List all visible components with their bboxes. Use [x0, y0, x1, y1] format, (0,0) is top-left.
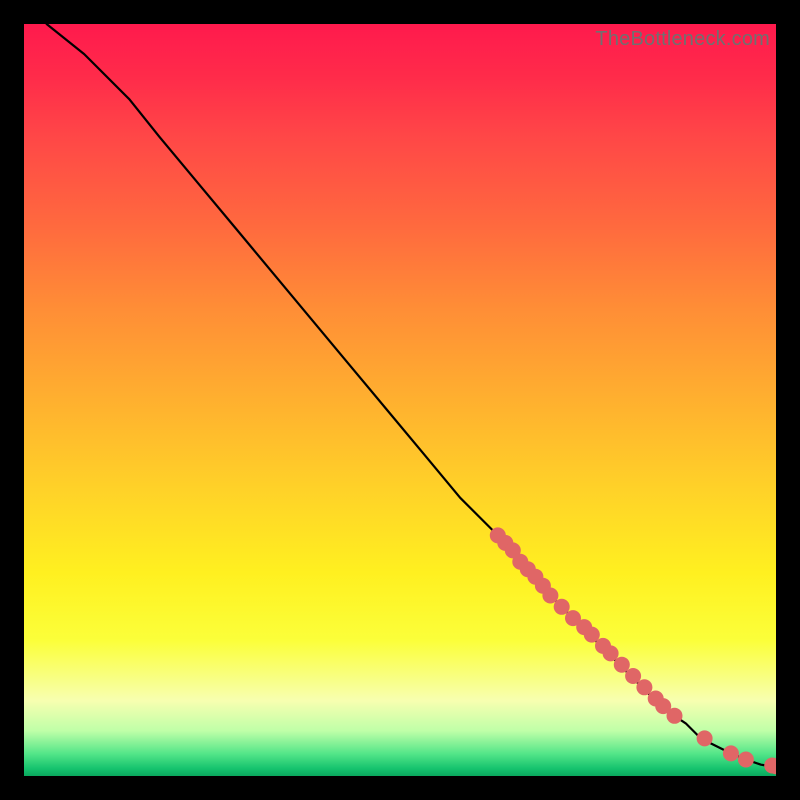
data-marker [667, 708, 683, 724]
data-marker [554, 599, 570, 615]
curve-markers [490, 527, 776, 774]
plot-area: TheBottleneck.com [24, 24, 776, 776]
data-marker [738, 752, 754, 768]
figure-root: TheBottleneck.com [0, 0, 800, 800]
data-marker [625, 668, 641, 684]
data-marker [723, 745, 739, 761]
data-marker [697, 730, 713, 746]
data-marker [542, 588, 558, 604]
chart-overlay [24, 24, 776, 776]
data-marker [614, 657, 630, 673]
trend-line [47, 24, 776, 767]
